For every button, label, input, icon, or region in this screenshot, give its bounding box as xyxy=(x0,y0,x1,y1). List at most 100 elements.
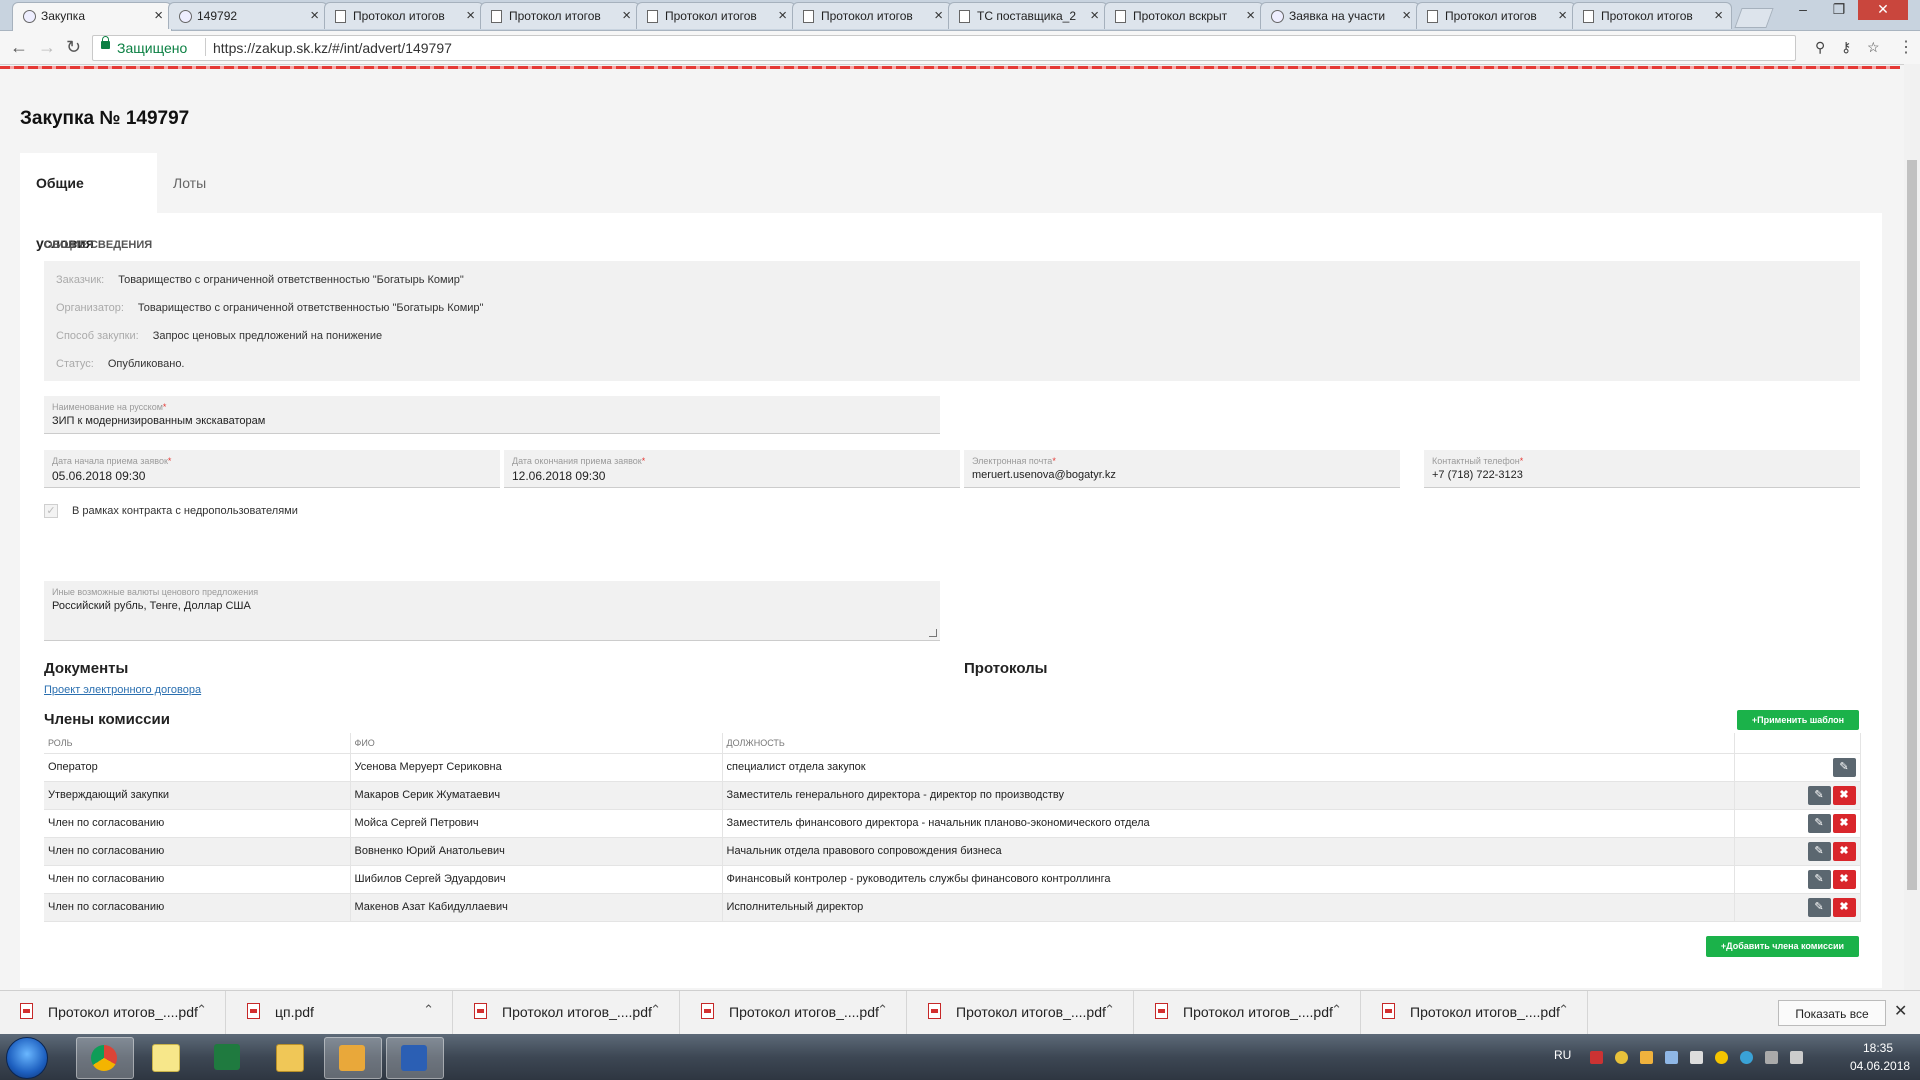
mail-tray-icon[interactable] xyxy=(1640,1051,1653,1064)
browser-tab[interactable]: 149792 × xyxy=(168,2,328,29)
show-all-downloads-button[interactable]: Показать все xyxy=(1778,1000,1886,1026)
taskbar-outlook[interactable] xyxy=(324,1037,382,1079)
download-item[interactable]: Протокол итогов_....pdf ⌃ xyxy=(908,991,1134,1034)
download-filename: Протокол итогов_....pdf xyxy=(956,1004,1106,1020)
chevron-up-icon[interactable]: ⌃ xyxy=(1331,1002,1342,1018)
tray-display-icon[interactable] xyxy=(1790,1051,1803,1064)
tab-close-icon[interactable]: × xyxy=(622,7,631,24)
delete-member-button[interactable]: ✖ xyxy=(1832,870,1856,889)
browser-tab[interactable]: Протокол итогов × xyxy=(792,2,952,29)
taskbar-explorer[interactable] xyxy=(262,1037,318,1077)
menu-icon[interactable]: ⋮ xyxy=(1898,37,1914,57)
network-icon[interactable] xyxy=(1665,1051,1678,1064)
taskbar-word[interactable] xyxy=(386,1037,444,1079)
forward-icon[interactable]: → xyxy=(38,37,56,58)
tab-close-icon[interactable]: × xyxy=(1558,7,1567,24)
clock-time[interactable]: 18:35 xyxy=(1850,1041,1906,1055)
browser-tab[interactable]: Протокол итогов × xyxy=(324,2,484,29)
name-ru-field[interactable]: Наименование на русском* ЗИП к модернизи… xyxy=(44,396,940,434)
minimize-button[interactable]: – xyxy=(1786,0,1820,20)
taskbar-chrome[interactable] xyxy=(76,1037,134,1079)
tab-close-icon[interactable]: × xyxy=(466,7,475,24)
browser-tab[interactable]: Протокол итогов × xyxy=(636,2,796,29)
tab-close-icon[interactable]: × xyxy=(1090,7,1099,24)
resize-grip-icon[interactable] xyxy=(929,629,937,637)
tab-close-icon[interactable]: × xyxy=(1714,7,1723,24)
browser-tab[interactable]: Протокол вскрыт × xyxy=(1104,2,1264,29)
chevron-up-icon[interactable]: ⌃ xyxy=(877,1002,888,1018)
browser-tab[interactable]: Протокол итогов × xyxy=(1416,2,1576,29)
close-window-button[interactable]: ✕ xyxy=(1858,0,1908,20)
start-button[interactable] xyxy=(6,1037,48,1079)
tab-close-icon[interactable]: × xyxy=(154,7,163,24)
delete-member-button[interactable]: ✖ xyxy=(1832,814,1856,833)
download-item[interactable]: Протокол итогов_....pdf ⌃ xyxy=(1135,991,1361,1034)
end-date-field[interactable]: Дата окончания приема заявок* 12.06.2018… xyxy=(504,450,960,488)
new-tab-button[interactable] xyxy=(1734,8,1774,28)
browser-tab[interactable]: Закупка × xyxy=(12,2,172,31)
browser-tab[interactable]: Заявка на участи × xyxy=(1260,2,1420,29)
scrollbar-thumb[interactable] xyxy=(1907,160,1917,890)
tab-close-icon[interactable]: × xyxy=(310,7,319,24)
download-item[interactable]: Протокол итогов_....pdf ⌃ xyxy=(0,991,226,1034)
apply-template-button[interactable]: +Применить шаблон xyxy=(1737,710,1859,730)
table-row: Член по согласованию Макенов Азат Кабидул… xyxy=(44,893,1861,922)
clock-date[interactable]: 04.06.2018 xyxy=(1850,1059,1910,1073)
tab-close-icon[interactable]: × xyxy=(1246,7,1255,24)
tray-usb-icon[interactable] xyxy=(1765,1051,1778,1064)
download-item[interactable]: Протокол итогов_....pdf ⌃ xyxy=(681,991,907,1034)
tab-lots[interactable]: Лоты xyxy=(157,153,222,213)
delete-member-button[interactable]: ✖ xyxy=(1832,786,1856,805)
url-input[interactable]: Защищено https://zakup.sk.kz/#/int/adver… xyxy=(92,35,1880,61)
subsoil-users-checkbox[interactable]: ✓ xyxy=(44,504,58,518)
add-member-button[interactable]: +Добавить члена комиссии xyxy=(1706,936,1859,957)
tab-close-icon[interactable]: × xyxy=(778,7,787,24)
delete-member-button[interactable]: ✖ xyxy=(1832,898,1856,917)
delete-member-button[interactable]: ✖ xyxy=(1832,842,1856,861)
download-item[interactable]: Протокол итогов_....pdf ⌃ xyxy=(1362,991,1588,1034)
tray-bulb-icon[interactable] xyxy=(1615,1051,1628,1064)
chevron-up-icon[interactable]: ⌃ xyxy=(1558,1002,1569,1018)
edit-member-button[interactable]: ✎ xyxy=(1807,786,1831,805)
browser-tab-label: ТС поставщика_2 xyxy=(977,9,1077,23)
key-icon[interactable]: ⚷ xyxy=(1841,39,1851,56)
chevron-up-icon[interactable]: ⌃ xyxy=(1104,1002,1115,1018)
contract-draft-link[interactable]: Проект электронного договора xyxy=(44,684,201,696)
chevron-up-icon[interactable]: ⌃ xyxy=(196,1002,207,1018)
browser-tab[interactable]: Протокол итогов × xyxy=(1572,2,1732,29)
tray-sync-icon[interactable] xyxy=(1740,1051,1753,1064)
start-date-field[interactable]: Дата начала приема заявок* 05.06.2018 09… xyxy=(44,450,500,488)
tab-close-icon[interactable]: × xyxy=(1402,7,1411,24)
download-item[interactable]: Протокол итогов_....pdf ⌃ xyxy=(454,991,680,1034)
taskbar-notes[interactable] xyxy=(138,1037,194,1077)
download-item[interactable]: цп.pdf ⌃ xyxy=(227,991,453,1034)
flag-icon[interactable] xyxy=(1590,1051,1603,1064)
member-position: специалист отдела закупок xyxy=(722,753,1735,782)
browser-tab[interactable]: ТС поставщика_2 × xyxy=(948,2,1108,29)
close-downloads-icon[interactable]: ✕ xyxy=(1894,1001,1907,1021)
edit-member-button[interactable]: ✎ xyxy=(1807,898,1831,917)
bookmark-star-icon[interactable]: ☆ xyxy=(1867,39,1880,56)
reload-icon[interactable]: ↻ xyxy=(66,37,81,58)
page-scrollbar[interactable] xyxy=(1904,64,1920,990)
chevron-up-icon[interactable]: ⌃ xyxy=(423,1002,434,1018)
restore-button[interactable]: ❐ xyxy=(1822,0,1856,20)
edit-member-button[interactable]: ✎ xyxy=(1807,870,1831,889)
chevron-up-icon[interactable]: ⌃ xyxy=(650,1002,661,1018)
back-icon[interactable]: ← xyxy=(10,37,28,58)
phone-field[interactable]: Контактный телефон* +7 (718) 722-3123 xyxy=(1424,450,1860,488)
currencies-textarea[interactable]: Иные возможные валюты ценового предложен… xyxy=(44,581,940,641)
tab-general-conditions[interactable]: Общие условия xyxy=(20,153,157,251)
taskbar-excel[interactable] xyxy=(200,1037,256,1077)
member-role: Член по согласованию xyxy=(44,865,351,894)
browser-tab[interactable]: Протокол итогов × xyxy=(480,2,640,29)
zoom-icon[interactable]: ⚲ xyxy=(1815,39,1825,56)
tray-app-icon[interactable] xyxy=(1715,1051,1728,1064)
tab-close-icon[interactable]: × xyxy=(934,7,943,24)
edit-member-button[interactable]: ✎ xyxy=(1832,758,1856,777)
edit-member-button[interactable]: ✎ xyxy=(1807,814,1831,833)
email-field[interactable]: Электронная почта* meruert.usenova@bogat… xyxy=(964,450,1400,488)
edit-member-button[interactable]: ✎ xyxy=(1807,842,1831,861)
volume-icon[interactable] xyxy=(1690,1051,1703,1064)
language-indicator[interactable]: RU xyxy=(1554,1048,1571,1062)
